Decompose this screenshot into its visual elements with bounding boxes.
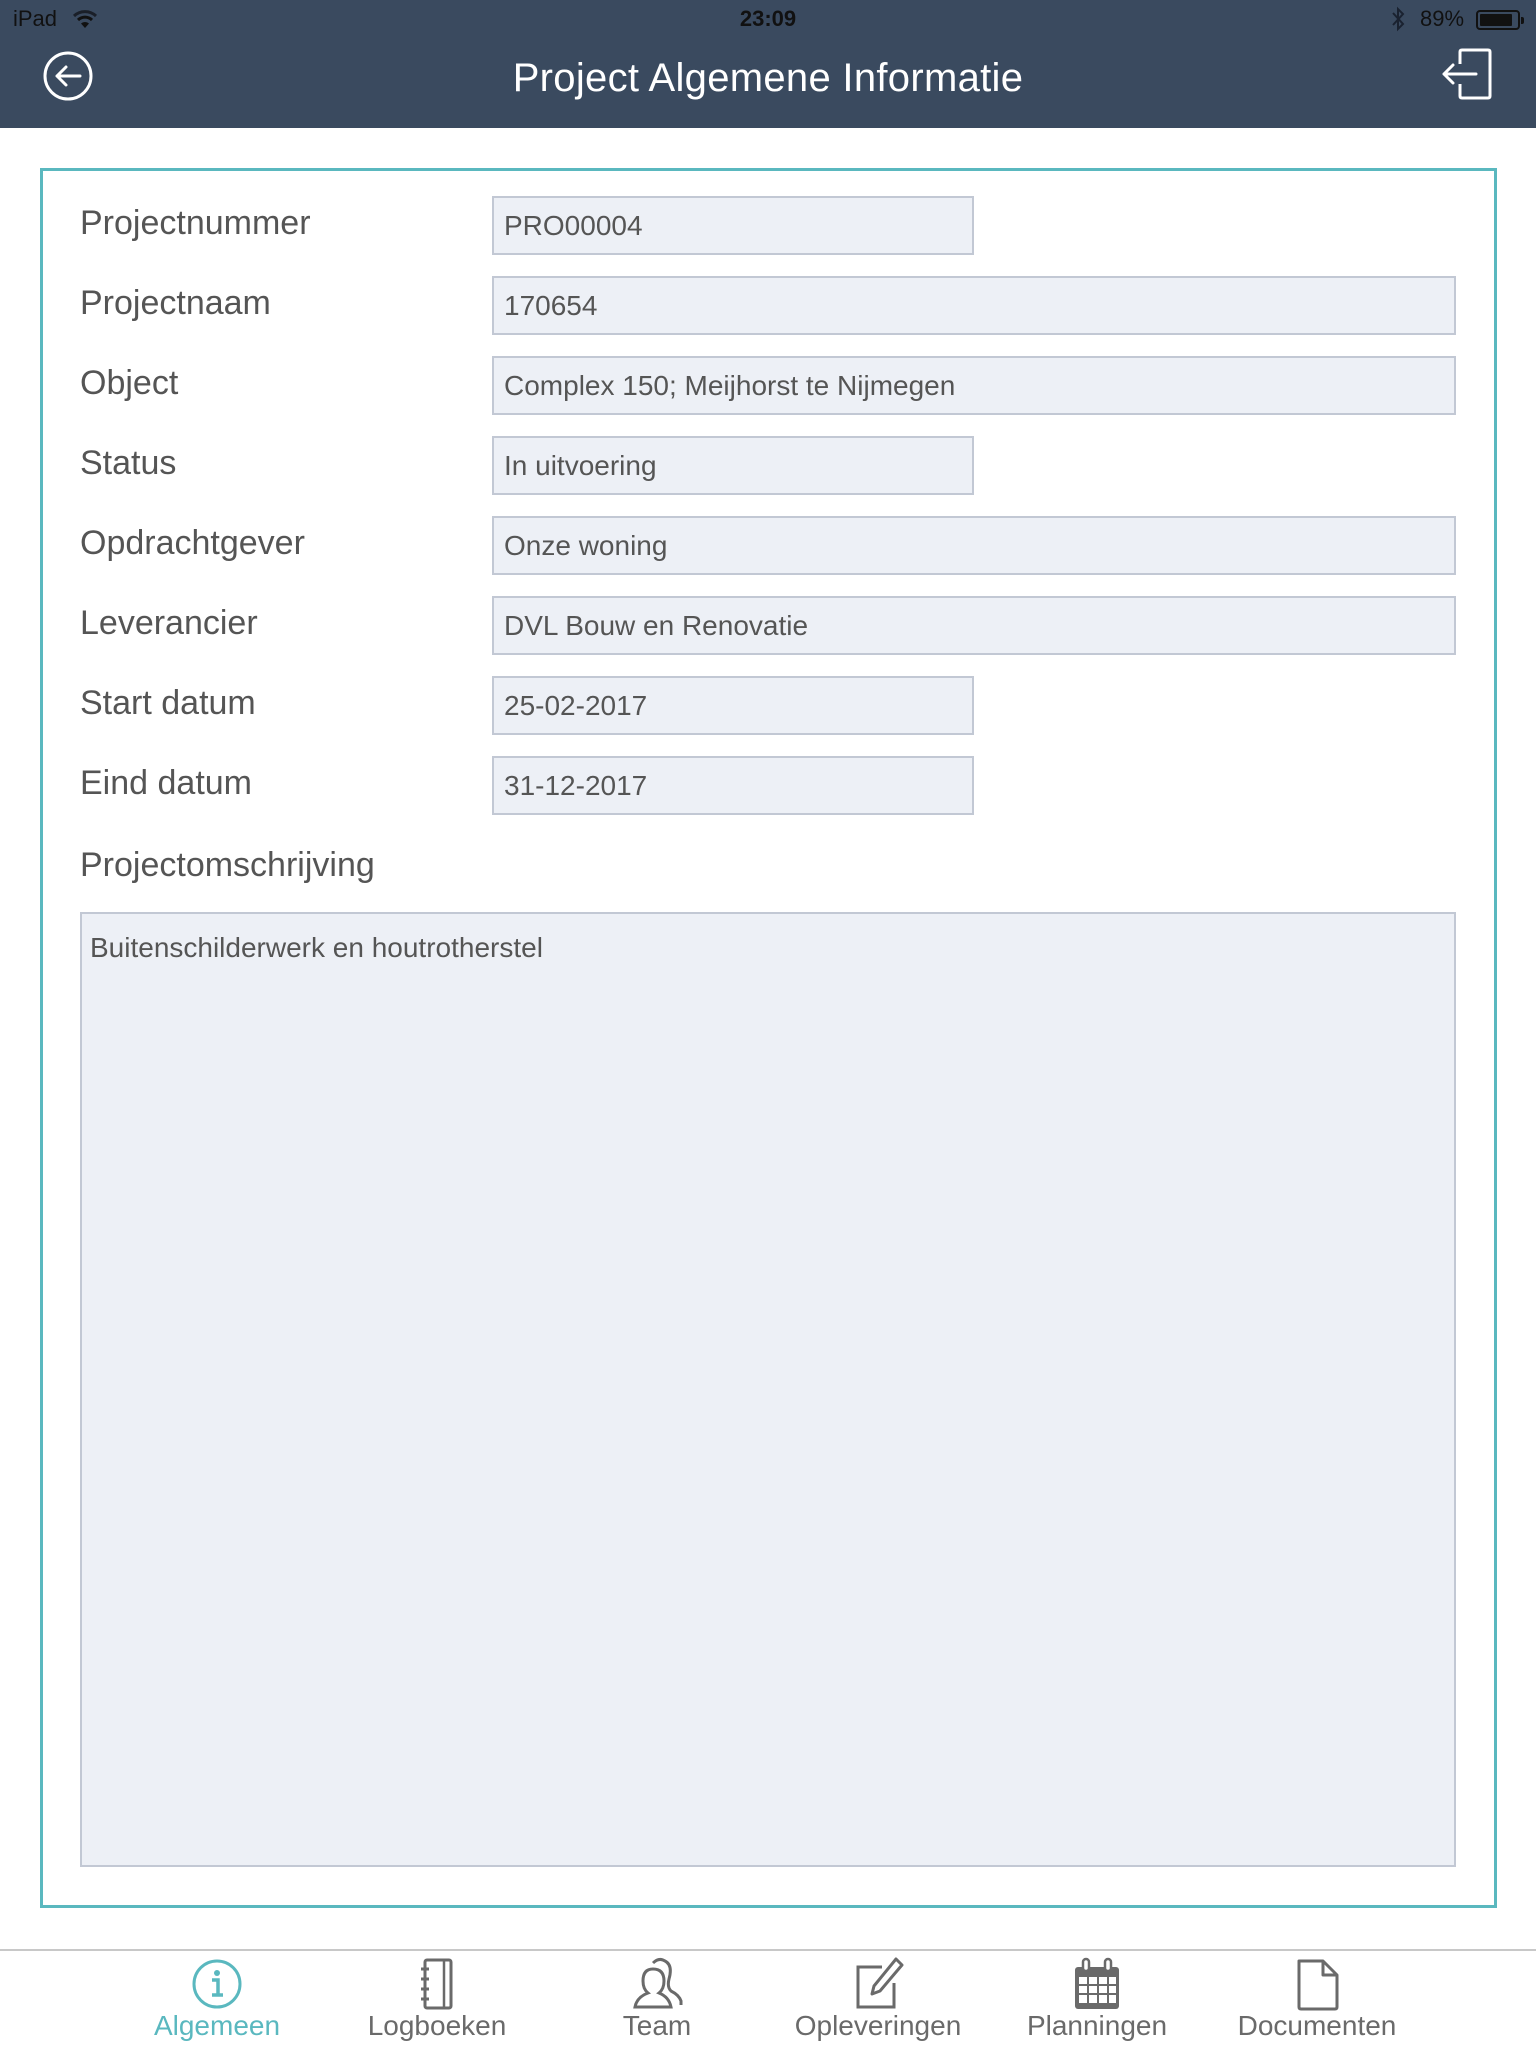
tab-logboeken[interactable]: Logboeken <box>337 1957 537 2047</box>
battery-level-fill <box>1480 14 1513 26</box>
tab-planningen[interactable]: Planningen <box>997 1957 1197 2047</box>
tab-label: Logboeken <box>367 2010 507 2041</box>
label-projectnummer: Projectnummer <box>80 204 311 242</box>
label-start-datum: Start datum <box>80 684 256 722</box>
battery-nub <box>1521 17 1524 24</box>
label-projectnaam: Projectnaam <box>80 284 271 322</box>
battery-percentage: 89% <box>1420 6 1465 31</box>
notebook-icon <box>421 1958 453 2010</box>
projectnummer-field[interactable]: PRO00004 <box>492 196 974 255</box>
label-leverancier: Leverancier <box>80 604 258 642</box>
calendar-icon <box>1075 1957 1119 2009</box>
status-field[interactable]: In uitvoering <box>492 436 974 495</box>
tab-documenten[interactable]: Documenten <box>1217 1957 1417 2047</box>
label-eind-datum: Eind datum <box>80 764 252 802</box>
tab-label: Planningen <box>1026 2010 1168 2041</box>
document-icon <box>1297 1959 1339 2011</box>
tab-algemeen[interactable]: Algemeen <box>117 1957 317 2047</box>
object-field[interactable]: Complex 150; Meijhorst te Nijmegen <box>492 356 1456 415</box>
projectnaam-field[interactable]: 170654 <box>492 276 1456 335</box>
tab-label: Team <box>622 2010 692 2041</box>
label-object: Object <box>80 364 179 402</box>
page-title: Project Algemene Informatie <box>512 56 1024 100</box>
tab-label: Opleveringen <box>794 2010 962 2041</box>
label-opdrachtgever: Opdrachtgever <box>80 524 305 562</box>
logout-button[interactable] <box>1440 48 1496 102</box>
team-icon <box>633 1957 683 2009</box>
tab-label: Documenten <box>1237 2010 1397 2041</box>
label-projectomschrijving: Projectomschrijving <box>80 846 375 884</box>
info-icon <box>192 1959 242 2009</box>
label-status: Status <box>80 444 177 482</box>
start-datum-field[interactable]: 25-02-2017 <box>492 676 974 735</box>
projectomschrijving-textarea[interactable]: Buitenschilderwerk en houtrotherstel <box>80 912 1456 1867</box>
leverancier-field[interactable]: DVL Bouw en Renovatie <box>492 596 1456 655</box>
bottom-tab-bar: Algemeen Logboeken Team Opleveringen Pla… <box>0 1949 1536 2048</box>
bluetooth-icon <box>1392 6 1405 32</box>
status-bar: iPad 23:09 89% <box>0 0 1536 40</box>
eind-datum-field[interactable]: 31-12-2017 <box>492 756 974 815</box>
edit-icon <box>856 1957 904 2009</box>
opdrachtgever-field[interactable]: Onze woning <box>492 516 1456 575</box>
logout-icon <box>1442 48 1492 100</box>
clock: 23:09 <box>739 6 797 31</box>
battery-icon <box>1476 10 1524 30</box>
top-navigation-bar: iPad 23:09 89% Project Algemene Informat… <box>0 0 1536 128</box>
tab-label: Algemeen <box>153 2010 281 2041</box>
tab-opleveringen[interactable]: Opleveringen <box>778 1957 978 2047</box>
tab-team[interactable]: Team <box>557 1957 757 2047</box>
